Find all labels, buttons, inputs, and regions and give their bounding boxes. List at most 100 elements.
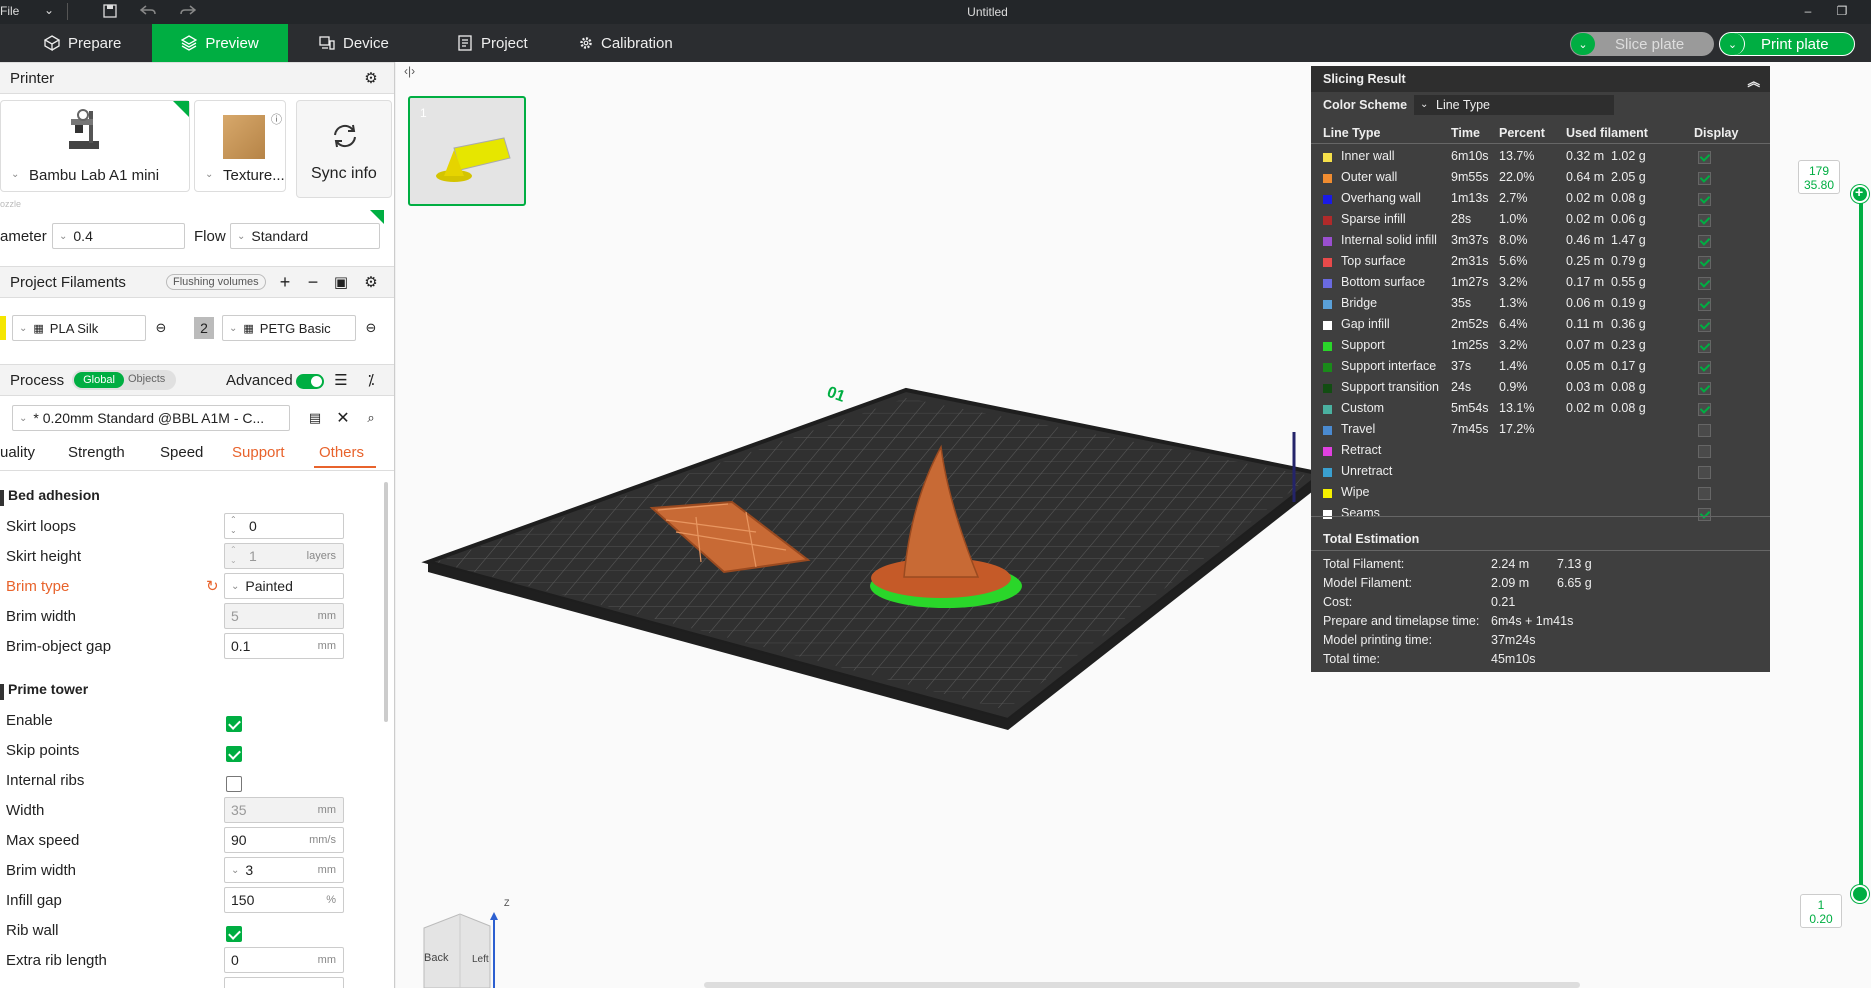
tab-device[interactable]: Device (305, 24, 403, 62)
line-type-row[interactable]: Seams (1311, 503, 1770, 523)
tab-prepare[interactable]: Prepare (30, 24, 135, 62)
tower-brim-width-select[interactable]: ⌄ 3 mm (224, 857, 344, 883)
line-type-row[interactable]: Overhang wall 1m13s 2.7% 0.02 m 0.08 g (1311, 188, 1770, 208)
chevron-down-icon[interactable]: ⌄ (1721, 33, 1745, 55)
layer-slider-bottom-handle[interactable] (1851, 885, 1869, 903)
scope-toggle[interactable]: Global Objects (72, 370, 176, 390)
filament-2-select[interactable]: ⌄ ▦ PETG Basic (222, 315, 356, 341)
display-checkbox[interactable] (1698, 193, 1711, 206)
view-cube[interactable] (420, 906, 510, 988)
line-type-row[interactable]: Bottom surface 1m27s 3.2% 0.17 m 0.55 g (1311, 272, 1770, 292)
display-checkbox[interactable] (1698, 319, 1711, 332)
plate-card[interactable]: ⓘ ⌄ Texture... (194, 100, 286, 192)
line-type-row[interactable]: Travel 7m45s 17.2% (1311, 419, 1770, 439)
display-checkbox[interactable] (1698, 277, 1711, 290)
display-checkbox[interactable] (1698, 235, 1711, 248)
display-checkbox[interactable] (1698, 340, 1711, 353)
info-icon[interactable]: ⓘ (271, 111, 282, 127)
more-options-icon[interactable]: ⊖ (152, 319, 170, 337)
filament-1-select[interactable]: ⌄ ▦ PLA Silk (12, 315, 146, 341)
line-type-row[interactable]: Sparse infill 28s 1.0% 0.02 m 0.06 g (1311, 209, 1770, 229)
internal-ribs-checkbox[interactable] (226, 776, 242, 792)
search-icon[interactable]: ⌕ (362, 409, 380, 427)
line-type-row[interactable]: Gap infill 2m52s 6.4% 0.11 m 0.36 g (1311, 314, 1770, 334)
printer-card[interactable]: ⌄ Bambu Lab A1 mini (0, 100, 190, 192)
max-speed-input[interactable]: 90 mm/s (224, 827, 344, 853)
minimize-icon[interactable]: – (1798, 1, 1818, 21)
display-checkbox[interactable] (1698, 151, 1711, 164)
filament-1-color-swatch[interactable] (0, 316, 6, 340)
display-checkbox[interactable] (1698, 172, 1711, 185)
skirt-loops-spinner[interactable]: ⌃ ⌄ 0 (224, 513, 344, 539)
line-type-row[interactable]: Top surface 2m31s 5.6% 0.25 m 0.79 g (1311, 251, 1770, 271)
brim-width-input[interactable]: 5 mm (224, 603, 344, 629)
line-type-row[interactable]: Custom 5m54s 13.1% 0.02 m 0.08 g (1311, 398, 1770, 418)
gear-icon[interactable]: ⚙ (362, 69, 380, 87)
save-preset-icon[interactable]: ▤ (306, 409, 324, 427)
tab-support[interactable]: Support (232, 444, 285, 461)
plate-thumbnail[interactable]: 1 (408, 96, 526, 206)
reset-icon[interactable]: ↻ (206, 577, 219, 595)
objects-option[interactable]: Objects (128, 373, 165, 385)
view-cube-back-label[interactable]: Back (424, 952, 448, 964)
tab-quality[interactable]: uality (0, 444, 35, 461)
display-checkbox[interactable] (1698, 382, 1711, 395)
tab-strength[interactable]: Strength (68, 444, 125, 461)
layer-slider-top-handle[interactable]: + (1851, 184, 1869, 203)
tab-preview[interactable]: Preview (152, 24, 288, 62)
sync-info-button[interactable]: Sync info (296, 100, 392, 198)
more-options-icon[interactable]: ⊖ (362, 319, 380, 337)
collapse-icon[interactable]: ︽ (1747, 71, 1760, 90)
gear-icon[interactable]: ⚙ (362, 273, 380, 291)
tower-width-input[interactable]: 35 mm (224, 797, 344, 823)
layer-slider-track[interactable] (1859, 193, 1863, 893)
line-type-row[interactable]: Bridge 35s 1.3% 0.06 m 0.19 g (1311, 293, 1770, 313)
extra-rib-input[interactable]: 0 mm (224, 947, 344, 973)
display-checkbox[interactable] (1698, 508, 1711, 521)
horizontal-move-slider[interactable] (704, 982, 1580, 988)
close-icon[interactable]: ✕ (334, 409, 352, 427)
line-type-row[interactable]: Unretract (1311, 461, 1770, 481)
line-type-row[interactable]: Outer wall 9m55s 22.0% 0.64 m 2.05 g (1311, 167, 1770, 187)
skip-points-checkbox[interactable] (226, 746, 242, 762)
add-filament-icon[interactable]: + (276, 272, 294, 292)
tab-speed[interactable]: Speed (160, 444, 203, 461)
global-option[interactable]: Global (74, 372, 124, 388)
line-type-row[interactable]: Support 1m25s 3.2% 0.07 m 0.23 g (1311, 335, 1770, 355)
tab-others[interactable]: Others (319, 444, 364, 461)
nozzle-diameter-select[interactable]: ⌄ 0.4 (52, 223, 185, 249)
display-checkbox[interactable] (1698, 424, 1711, 437)
tab-project[interactable]: Project (443, 24, 542, 62)
display-checkbox[interactable] (1698, 487, 1711, 500)
enable-checkbox[interactable] (226, 716, 242, 732)
display-checkbox[interactable] (1698, 361, 1711, 374)
next-setting-input[interactable] (224, 977, 344, 988)
color-scheme-select[interactable]: ⌄ Line Type (1414, 95, 1614, 115)
infill-gap-input[interactable]: 150% (224, 887, 344, 913)
skirt-height-spinner[interactable]: ⌃ ⌄ 1 layers (224, 543, 344, 569)
chevron-down-icon[interactable]: ⌄ (1571, 33, 1595, 55)
brim-gap-input[interactable]: 0.1 mm (224, 633, 344, 659)
sync-ams-icon[interactable]: ▣ (332, 273, 350, 291)
line-type-row[interactable]: Retract (1311, 440, 1770, 460)
display-checkbox[interactable] (1698, 298, 1711, 311)
line-type-row[interactable]: Internal solid infill 3m37s 8.0% 0.46 m 1.47… (1311, 230, 1770, 250)
advanced-toggle[interactable] (296, 374, 324, 389)
line-type-row[interactable]: Wipe (1311, 482, 1770, 502)
slice-plate-button[interactable]: ⌄ Slice plate (1570, 32, 1714, 56)
line-type-row[interactable]: Support transition 24s 0.9% 0.03 m 0.08 g (1311, 377, 1770, 397)
stepper-icon[interactable]: ⌃ ⌄ (230, 544, 237, 566)
flow-select[interactable]: ⌄ Standard (230, 223, 380, 249)
display-checkbox[interactable] (1698, 466, 1711, 479)
rib-wall-checkbox[interactable] (226, 926, 242, 942)
restore-icon[interactable]: ❐ (1832, 1, 1852, 21)
remove-filament-icon[interactable]: − (304, 272, 322, 292)
display-checkbox[interactable] (1698, 256, 1711, 269)
display-checkbox[interactable] (1698, 403, 1711, 416)
print-plate-button[interactable]: ⌄ Print plate (1719, 32, 1855, 56)
stepper-icon[interactable]: ⌃ ⌄ (230, 514, 237, 536)
view-cube-left-label[interactable]: Left (472, 954, 489, 965)
scrollbar[interactable] (384, 482, 388, 722)
flushing-volumes-button[interactable]: Flushing volumes (166, 274, 266, 290)
list-icon[interactable]: ☰ (332, 371, 350, 389)
